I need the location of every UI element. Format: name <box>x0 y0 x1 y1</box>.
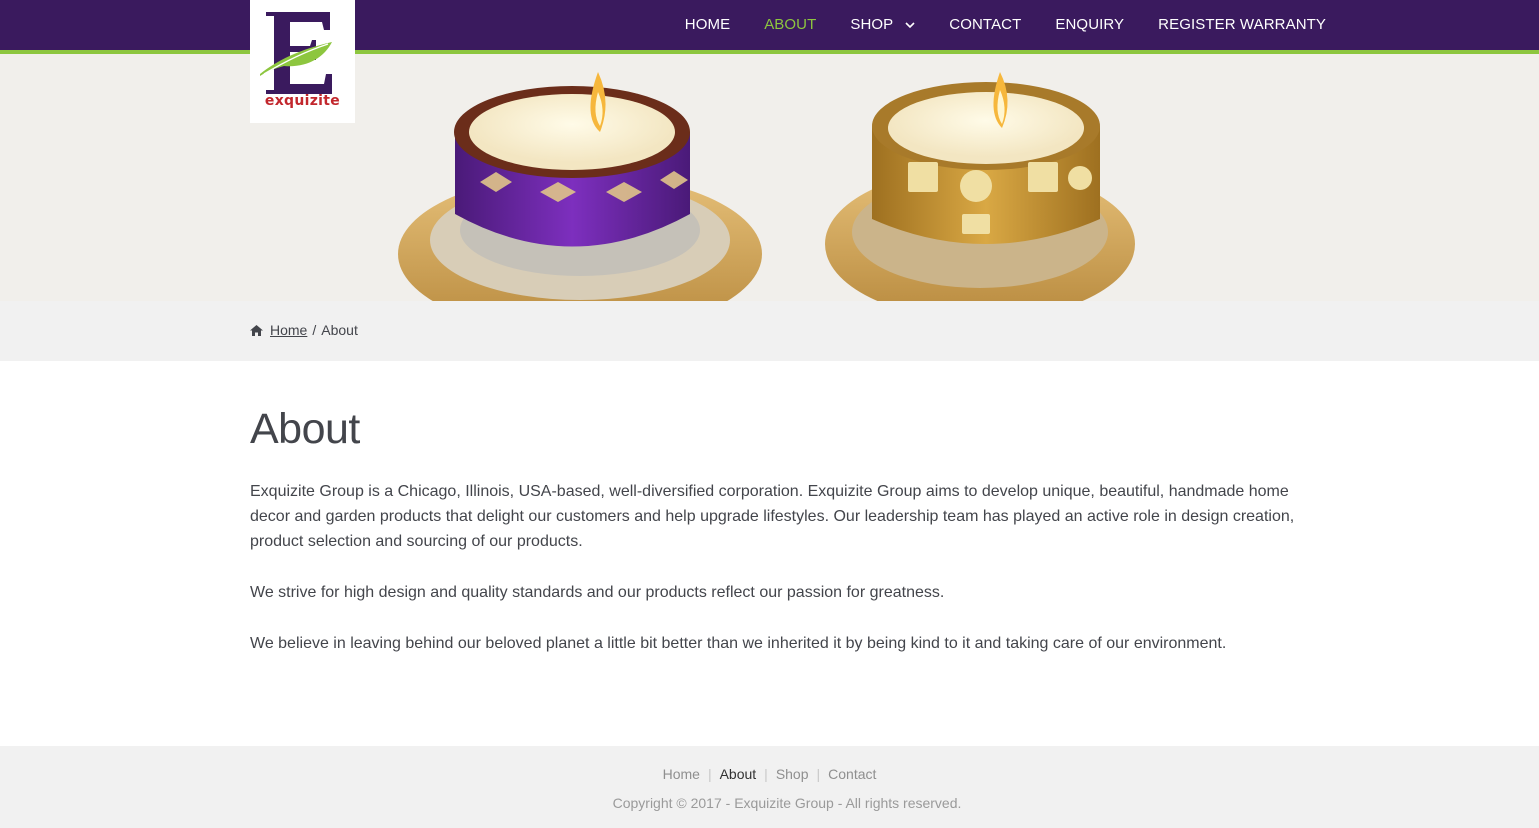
breadcrumb-separator: / <box>312 322 317 338</box>
copyright-text: Copyright © 2017 - Exquizite Group - All… <box>612 795 962 811</box>
nav-register-warranty[interactable]: REGISTER WARRANTY <box>1141 0 1326 48</box>
breadcrumb: Home / About <box>250 322 358 338</box>
breadcrumb-home-link[interactable]: Home <box>270 322 307 338</box>
home-icon <box>250 324 263 336</box>
breadcrumb-current: About <box>321 322 358 338</box>
chevron-down-icon[interactable] <box>905 16 915 33</box>
page-title: About <box>250 405 360 453</box>
about-paragraph-3: We believe in leaving behind our beloved… <box>250 635 1227 652</box>
nav-shop-label: SHOP <box>850 15 894 33</box>
about-paragraph-1: Exquizite Group is a Chicago, Illinois, … <box>250 483 1295 550</box>
about-paragraph-2: We strive for high design and quality st… <box>250 584 945 601</box>
site-footer: Home | About | Shop | Contact Copyright © 2017… <box>0 746 1539 828</box>
logo-mark <box>260 12 332 94</box>
hero-candles-image <box>398 72 1135 301</box>
breadcrumb-bar: Home / About <box>0 301 1539 361</box>
nav-contact[interactable]: CONTACT <box>932 0 1038 48</box>
nav-home[interactable]: HOME <box>668 0 747 48</box>
footer-link-about[interactable]: About <box>712 766 765 782</box>
footer-link-contact[interactable]: Contact <box>820 766 884 782</box>
site-logo[interactable]: exquizite <box>250 0 355 123</box>
nav-shop[interactable]: SHOP <box>833 0 932 48</box>
main-navigation: HOME ABOUT SHOP CONTACT ENQUIRY REGISTER… <box>668 0 1326 48</box>
nav-about[interactable]: ABOUT <box>747 0 833 48</box>
hero-banner <box>0 54 1539 301</box>
footer-link-home[interactable]: Home <box>655 766 708 782</box>
main-content: About Exquizite Group is a Chicago, Illi… <box>250 406 1330 682</box>
logo-wordmark: exquizite <box>264 93 341 109</box>
nav-enquiry[interactable]: ENQUIRY <box>1038 0 1141 48</box>
footer-link-shop[interactable]: Shop <box>768 766 817 782</box>
footer-links: Home | About | Shop | Contact <box>0 766 1539 782</box>
